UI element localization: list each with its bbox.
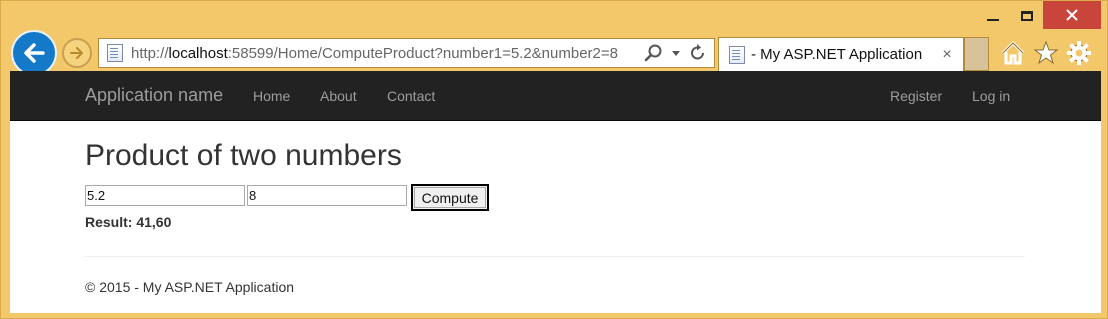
close-icon bbox=[1066, 9, 1078, 21]
brand-link[interactable]: Application name bbox=[85, 85, 223, 106]
back-button[interactable] bbox=[11, 30, 57, 76]
maximize-button[interactable] bbox=[1011, 1, 1043, 31]
page-title: Product of two numbers bbox=[85, 139, 402, 172]
maximize-icon bbox=[1021, 11, 1033, 21]
home-icon bbox=[1001, 41, 1025, 65]
number2-input[interactable] bbox=[247, 185, 407, 206]
url-host: localhost bbox=[168, 44, 228, 62]
address-url[interactable]: http://localhost:58599/Home/ComputeProdu… bbox=[131, 45, 644, 62]
address-bar[interactable]: http://localhost:58599/Home/ComputeProdu… bbox=[98, 38, 715, 68]
favorites-button[interactable] bbox=[1032, 39, 1060, 67]
back-arrow-icon bbox=[24, 43, 45, 63]
number1-input[interactable] bbox=[85, 185, 245, 206]
url-path: :58599/Home/ComputeProduct?number1=5.2&n… bbox=[227, 44, 618, 62]
nav-register-link[interactable]: Register bbox=[890, 88, 942, 104]
web-page: Application name Home About Contact Regi… bbox=[10, 71, 1101, 313]
tab-page-icon bbox=[729, 45, 745, 64]
star-icon bbox=[1033, 40, 1059, 65]
settings-button[interactable] bbox=[1065, 39, 1093, 67]
nav-about-link[interactable]: About bbox=[320, 88, 357, 104]
browser-window: http://localhost:58599/Home/ComputeProdu… bbox=[0, 0, 1108, 319]
close-window-button[interactable] bbox=[1043, 1, 1101, 29]
nav-home-link[interactable]: Home bbox=[253, 88, 290, 104]
result-text: Result: 41,60 bbox=[85, 214, 172, 230]
minimize-button[interactable] bbox=[977, 1, 1009, 31]
tab-close-icon[interactable]: × bbox=[937, 46, 957, 64]
nav-login-link[interactable]: Log in bbox=[972, 88, 1010, 104]
home-button[interactable] bbox=[999, 39, 1027, 67]
nav-contact-link[interactable]: Contact bbox=[387, 88, 435, 104]
forward-arrow-icon bbox=[70, 47, 83, 59]
gear-icon bbox=[1067, 41, 1091, 65]
navbar: Application name Home About Contact Regi… bbox=[10, 71, 1101, 121]
new-tab-button[interactable] bbox=[964, 37, 989, 71]
footer-text: © 2015 - My ASP.NET Application bbox=[85, 279, 295, 295]
page-icon bbox=[107, 44, 123, 62]
forward-button[interactable] bbox=[62, 38, 92, 68]
url-prefix: http:// bbox=[131, 44, 169, 62]
minimize-icon bbox=[987, 19, 999, 21]
tab-title: - My ASP.NET Application bbox=[751, 46, 923, 63]
refresh-icon[interactable] bbox=[688, 43, 708, 63]
tab-active[interactable]: - My ASP.NET Application × bbox=[718, 37, 964, 71]
chevron-down-icon[interactable] bbox=[670, 47, 682, 59]
compute-button[interactable]: Compute bbox=[411, 184, 489, 211]
search-icon[interactable] bbox=[644, 43, 664, 63]
divider bbox=[85, 256, 1025, 257]
